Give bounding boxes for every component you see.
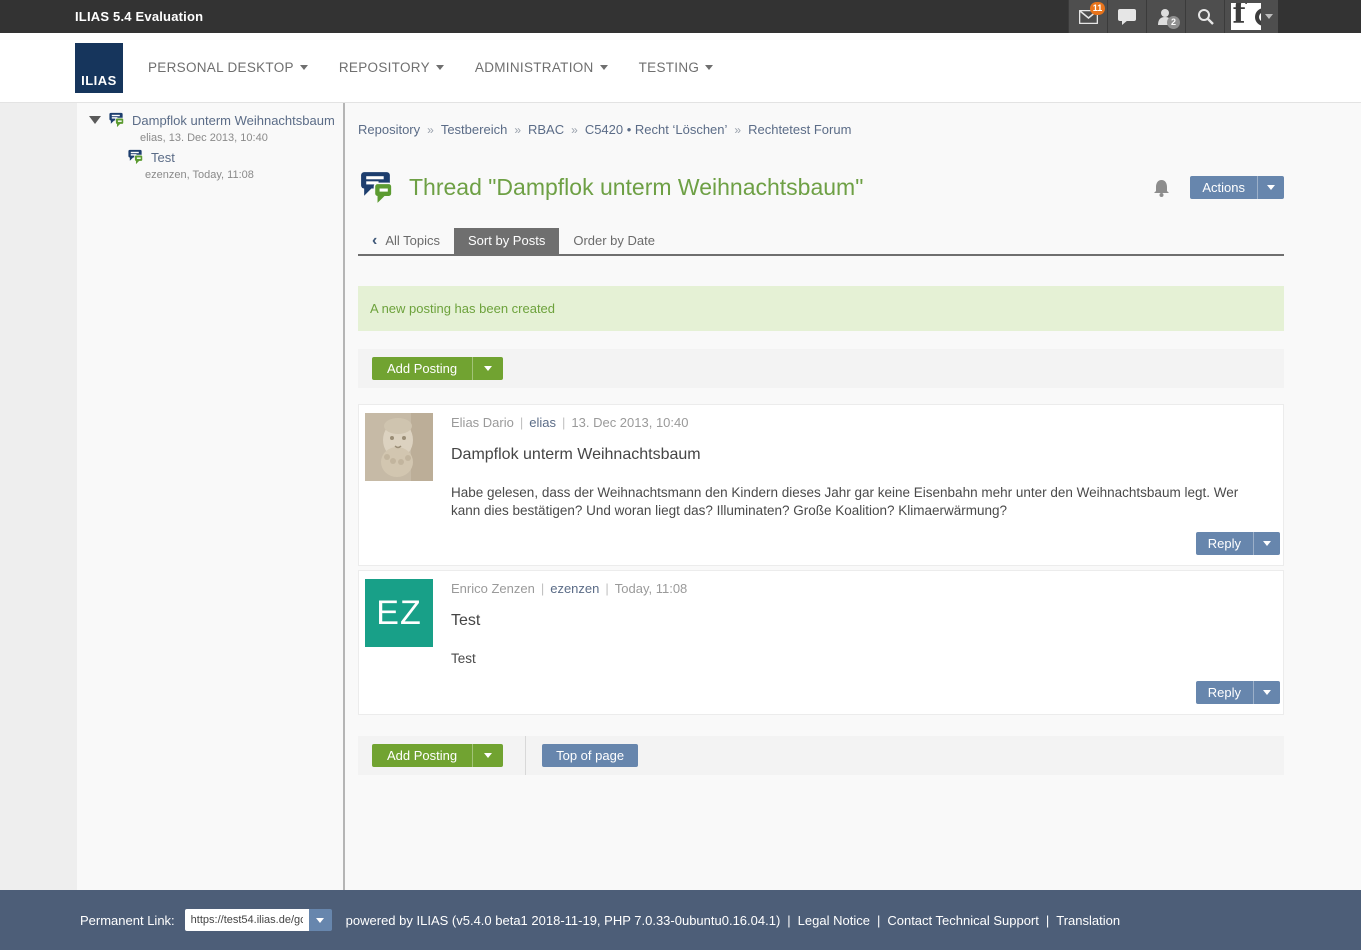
page-footer: Permanent Link: powered by ILIAS (v5.4.0… (0, 890, 1361, 950)
permalink-dropdown-button[interactable] (309, 909, 332, 931)
tree-post-meta: ezenzen, Today, 11:08 (77, 169, 343, 181)
chat-icon (1118, 9, 1136, 25)
toolbar-divider (525, 736, 526, 775)
post-date: 13. Dec 2013, 10:40 (571, 415, 688, 430)
thread-tree-sidebar: Dampflok unterm Weihnachtsbaum elias, 13… (77, 103, 345, 890)
permalink-input[interactable] (185, 909, 309, 931)
page-title: Thread "Dampflok unterm Weihnachtsbaum" (409, 174, 863, 201)
powered-by-text: powered by ILIAS (v5.4.0 beta1 2018-11-1… (346, 913, 781, 928)
tree-thread-link[interactable]: Dampflok unterm Weihnachtsbaum (132, 113, 335, 128)
chevron-down-icon (600, 65, 608, 70)
contact-support-link[interactable]: Contact Technical Support (887, 913, 1039, 928)
who-is-online-button[interactable]: 2 (1146, 0, 1185, 33)
breadcrumb-rbac[interactable]: RBAC (528, 122, 564, 137)
tree-collapse-icon[interactable] (89, 116, 101, 124)
forum-posting-icon (108, 112, 125, 128)
top-of-page-button[interactable]: Top of page (542, 744, 638, 767)
search-button[interactable] (1185, 0, 1224, 33)
legal-notice-link[interactable]: Legal Notice (798, 913, 870, 928)
chat-button[interactable] (1107, 0, 1146, 33)
post-meta: Enrico Zenzen|ezenzen|Today, 11:08 (451, 581, 1268, 596)
topbar-icon-group: 11 2 (1068, 0, 1278, 33)
ilias-app: ILIAS 5.4 Evaluation 11 (0, 0, 1361, 950)
ilias-logo[interactable]: ILIAS (75, 43, 123, 93)
chevron-down-icon (300, 65, 308, 70)
search-icon (1197, 8, 1214, 25)
post-username-link[interactable]: elias (529, 415, 556, 430)
breadcrumb: Repository»Testbereich»RBAC»C5420 • Rech… (358, 122, 1284, 137)
reply-button[interactable]: Reply (1196, 532, 1280, 555)
main-content: Repository»Testbereich»RBAC»C5420 • Rech… (345, 103, 1361, 890)
user-menu-button[interactable]: f (1224, 0, 1278, 33)
tab-order-by-date[interactable]: Order by Date (559, 228, 669, 254)
menu-repository[interactable]: REPOSITORY (339, 60, 444, 75)
breadcrumb-testbereich[interactable]: Testbereich (441, 122, 507, 137)
post-body: Habe gelesen, dass der Weihnachtsmann de… (451, 484, 1268, 520)
post-author: Elias Dario (451, 415, 514, 430)
tree-thread-meta: elias, 13. Dec 2013, 10:40 (77, 132, 343, 144)
online-count-badge: 2 (1167, 16, 1180, 29)
post-meta: Elias Dario|elias|13. Dec 2013, 10:40 (451, 415, 1268, 430)
post-date: Today, 11:08 (615, 581, 688, 596)
post-title: Test (451, 612, 1268, 630)
chevron-down-icon (316, 918, 324, 923)
forum-icon (358, 171, 395, 204)
avatar-initials: EZ (365, 579, 433, 647)
chevron-down-icon (1263, 541, 1271, 546)
top-toolbar: Add Posting (358, 349, 1284, 388)
post-author: Enrico Zenzen (451, 581, 535, 596)
post-body: Test (451, 650, 1268, 668)
bottom-toolbar: Add Posting Top of page (358, 736, 1284, 775)
chevron-down-icon (1267, 185, 1275, 190)
back-chevron-icon: ‹ (372, 234, 377, 247)
reply-button[interactable]: Reply (1196, 681, 1280, 704)
translation-link[interactable]: Translation (1056, 913, 1120, 928)
success-message: A new posting has been created (358, 286, 1284, 331)
installation-title: ILIAS 5.4 Evaluation (75, 0, 203, 33)
add-posting-button[interactable]: Add Posting (372, 357, 503, 380)
post-title: Dampflok unterm Weihnachtsbaum (451, 446, 1268, 464)
chevron-down-icon (1265, 14, 1273, 19)
top-bar: ILIAS 5.4 Evaluation 11 (0, 0, 1361, 33)
notification-bell-icon[interactable] (1153, 179, 1170, 197)
avatar-photo (365, 413, 433, 481)
breadcrumb-forum[interactable]: Rechtetest Forum (748, 122, 851, 137)
user-avatar: f (1231, 3, 1261, 30)
post-card: Elias Dario|elias|13. Dec 2013, 10:40 Da… (358, 404, 1284, 566)
post-username-link[interactable]: ezenzen (550, 581, 599, 596)
chevron-down-icon (1263, 690, 1271, 695)
chevron-down-icon (484, 366, 492, 371)
breadcrumb-repository[interactable]: Repository (358, 122, 420, 137)
menu-personal-desktop[interactable]: PERSONAL DESKTOP (148, 60, 308, 75)
mail-button[interactable]: 11 (1068, 0, 1107, 33)
tab-bar: ‹ All Topics Sort by Posts Order by Date (358, 228, 1284, 256)
actions-button[interactable]: Actions (1190, 176, 1284, 199)
menu-administration[interactable]: ADMINISTRATION (475, 60, 608, 75)
tree-post-link[interactable]: Test (151, 150, 175, 165)
forum-posting-icon (127, 149, 144, 165)
main-header: ILIAS PERSONAL DESKTOP REPOSITORY ADMINI… (0, 33, 1361, 103)
post-card: EZ Enrico Zenzen|ezenzen|Today, 11:08 Te… (358, 570, 1284, 714)
main-menu: PERSONAL DESKTOP REPOSITORY ADMINISTRATI… (148, 60, 744, 75)
left-gutter (0, 103, 77, 890)
add-posting-button[interactable]: Add Posting (372, 744, 503, 767)
breadcrumb-course[interactable]: C5420 • Recht ‘Löschen’ (585, 122, 728, 137)
menu-testing[interactable]: TESTING (639, 60, 714, 75)
mail-count-badge: 11 (1090, 2, 1105, 15)
chevron-down-icon (705, 65, 713, 70)
tab-sort-by-posts[interactable]: Sort by Posts (454, 228, 559, 254)
tab-all-topics[interactable]: ‹ All Topics (358, 228, 454, 254)
chevron-down-icon (484, 753, 492, 758)
chevron-down-icon (436, 65, 444, 70)
permalink-label: Permanent Link: (80, 913, 175, 928)
